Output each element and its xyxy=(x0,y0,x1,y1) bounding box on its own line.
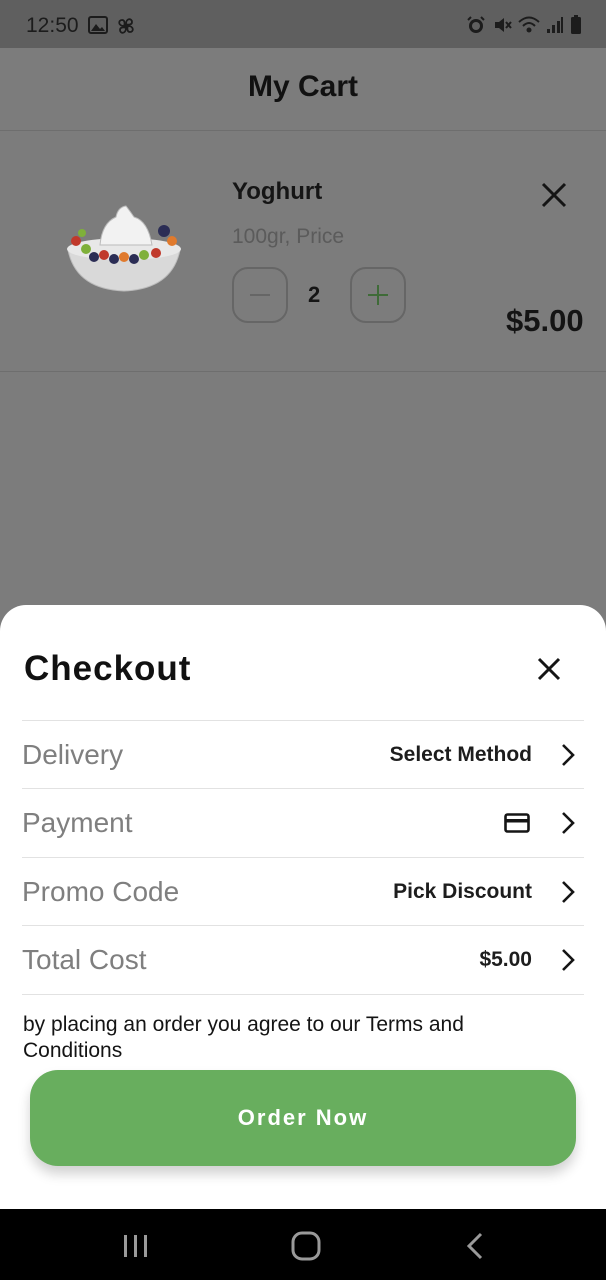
yoghurt-bowl-image xyxy=(67,205,181,292)
system-nav-bar xyxy=(0,1209,606,1280)
close-checkout-button[interactable] xyxy=(532,652,566,686)
terms-text: by placing an order you agree to our Ter… xyxy=(23,1013,464,1062)
chevron-right-icon xyxy=(562,744,575,766)
cart-item: Yoghurt 100gr, Price 2 $5.00 xyxy=(0,131,606,372)
delivery-row[interactable]: Delivery Select Method xyxy=(22,720,584,789)
minus-icon xyxy=(250,294,270,296)
status-time: 12:50 xyxy=(26,14,79,37)
battery-icon xyxy=(571,15,581,34)
promo-code-label: Promo Code xyxy=(22,876,180,907)
wifi-icon xyxy=(518,16,540,33)
total-cost-value: $5.00 xyxy=(479,948,532,971)
total-cost-label: Total Cost xyxy=(22,944,147,975)
pinwheel-icon xyxy=(118,18,134,34)
order-now-button[interactable]: Order Now xyxy=(30,1070,576,1166)
back-icon[interactable] xyxy=(456,1231,496,1261)
home-icon[interactable] xyxy=(286,1231,326,1261)
chevron-right-icon xyxy=(562,881,575,903)
mute-icon xyxy=(495,18,512,32)
promo-code-value: Pick Discount xyxy=(393,880,532,903)
chevron-right-icon xyxy=(562,949,575,971)
checkout-sheet: Checkout Delivery Select Method Payment … xyxy=(0,605,606,1209)
checkout-title: Checkout xyxy=(24,649,192,688)
decrease-quantity-button[interactable] xyxy=(232,267,288,323)
delivery-value: Select Method xyxy=(389,743,532,766)
product-name: Yoghurt xyxy=(232,178,323,205)
payment-label: Payment xyxy=(22,807,133,838)
total-cost-row[interactable]: Total Cost $5.00 xyxy=(22,925,584,994)
promo-code-row[interactable]: Promo Code Pick Discount xyxy=(22,857,584,926)
payment-row[interactable]: Payment xyxy=(22,788,584,857)
alarm-icon xyxy=(467,16,485,33)
page-title: My Cart xyxy=(247,70,359,103)
signal-icon xyxy=(547,17,563,33)
recent-apps-icon[interactable] xyxy=(116,1231,156,1261)
close-icon xyxy=(537,657,561,681)
image-icon xyxy=(88,16,108,34)
plus-icon xyxy=(368,285,388,305)
remove-item-button[interactable] xyxy=(538,179,570,211)
quantity-value: 2 xyxy=(308,282,321,307)
row-divider xyxy=(22,994,584,995)
increase-quantity-button[interactable] xyxy=(350,267,406,323)
chevron-right-icon xyxy=(562,812,575,834)
close-icon xyxy=(541,182,567,208)
delivery-label: Delivery xyxy=(22,739,124,770)
product-price: $5.00 xyxy=(506,303,584,338)
status-bar: 12:50 xyxy=(0,0,606,48)
credit-card-icon xyxy=(504,813,530,833)
product-meta: 100gr, Price xyxy=(232,225,345,248)
